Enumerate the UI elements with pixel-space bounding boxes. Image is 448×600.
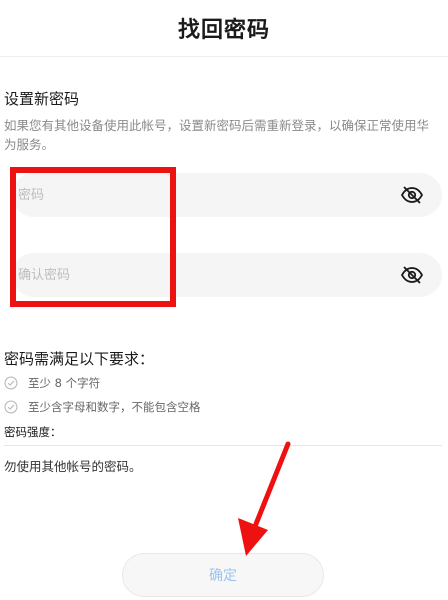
requirement-item: 至少 8 个字符: [4, 374, 100, 392]
check-circle-icon: [4, 400, 18, 414]
requirements-title: 密码需满足以下要求：: [4, 350, 155, 368]
section-description: 如果您有其他设备使用此帐号，设置新密码后需重新登录，以确保正常使用华为服务。: [4, 118, 430, 152]
page-title: 找回密码: [177, 18, 270, 43]
eye-off-icon[interactable]: [400, 183, 424, 207]
eye-off-icon[interactable]: [400, 263, 424, 287]
confirm-password-input[interactable]: [18, 253, 378, 297]
confirm-password-field-row: [12, 253, 442, 297]
password-tip: 勿使用其他帐号的密码。: [4, 459, 142, 474]
password-field-row: [12, 173, 442, 217]
requirement-label: 至少含字母和数字，不能包含空格: [28, 400, 201, 414]
confirm-button[interactable]: 确定: [122, 553, 324, 597]
requirement-item: 至少含字母和数字，不能包含空格: [4, 398, 201, 416]
password-input[interactable]: [18, 173, 378, 217]
section-title: 设置新密码: [4, 90, 80, 108]
requirement-label: 至少 8 个字符: [28, 376, 101, 390]
strength-divider: [4, 445, 442, 446]
page-header: 找回密码: [0, 0, 448, 57]
password-strength-label: 密码强度：: [4, 425, 62, 439]
check-circle-icon: [4, 376, 18, 390]
